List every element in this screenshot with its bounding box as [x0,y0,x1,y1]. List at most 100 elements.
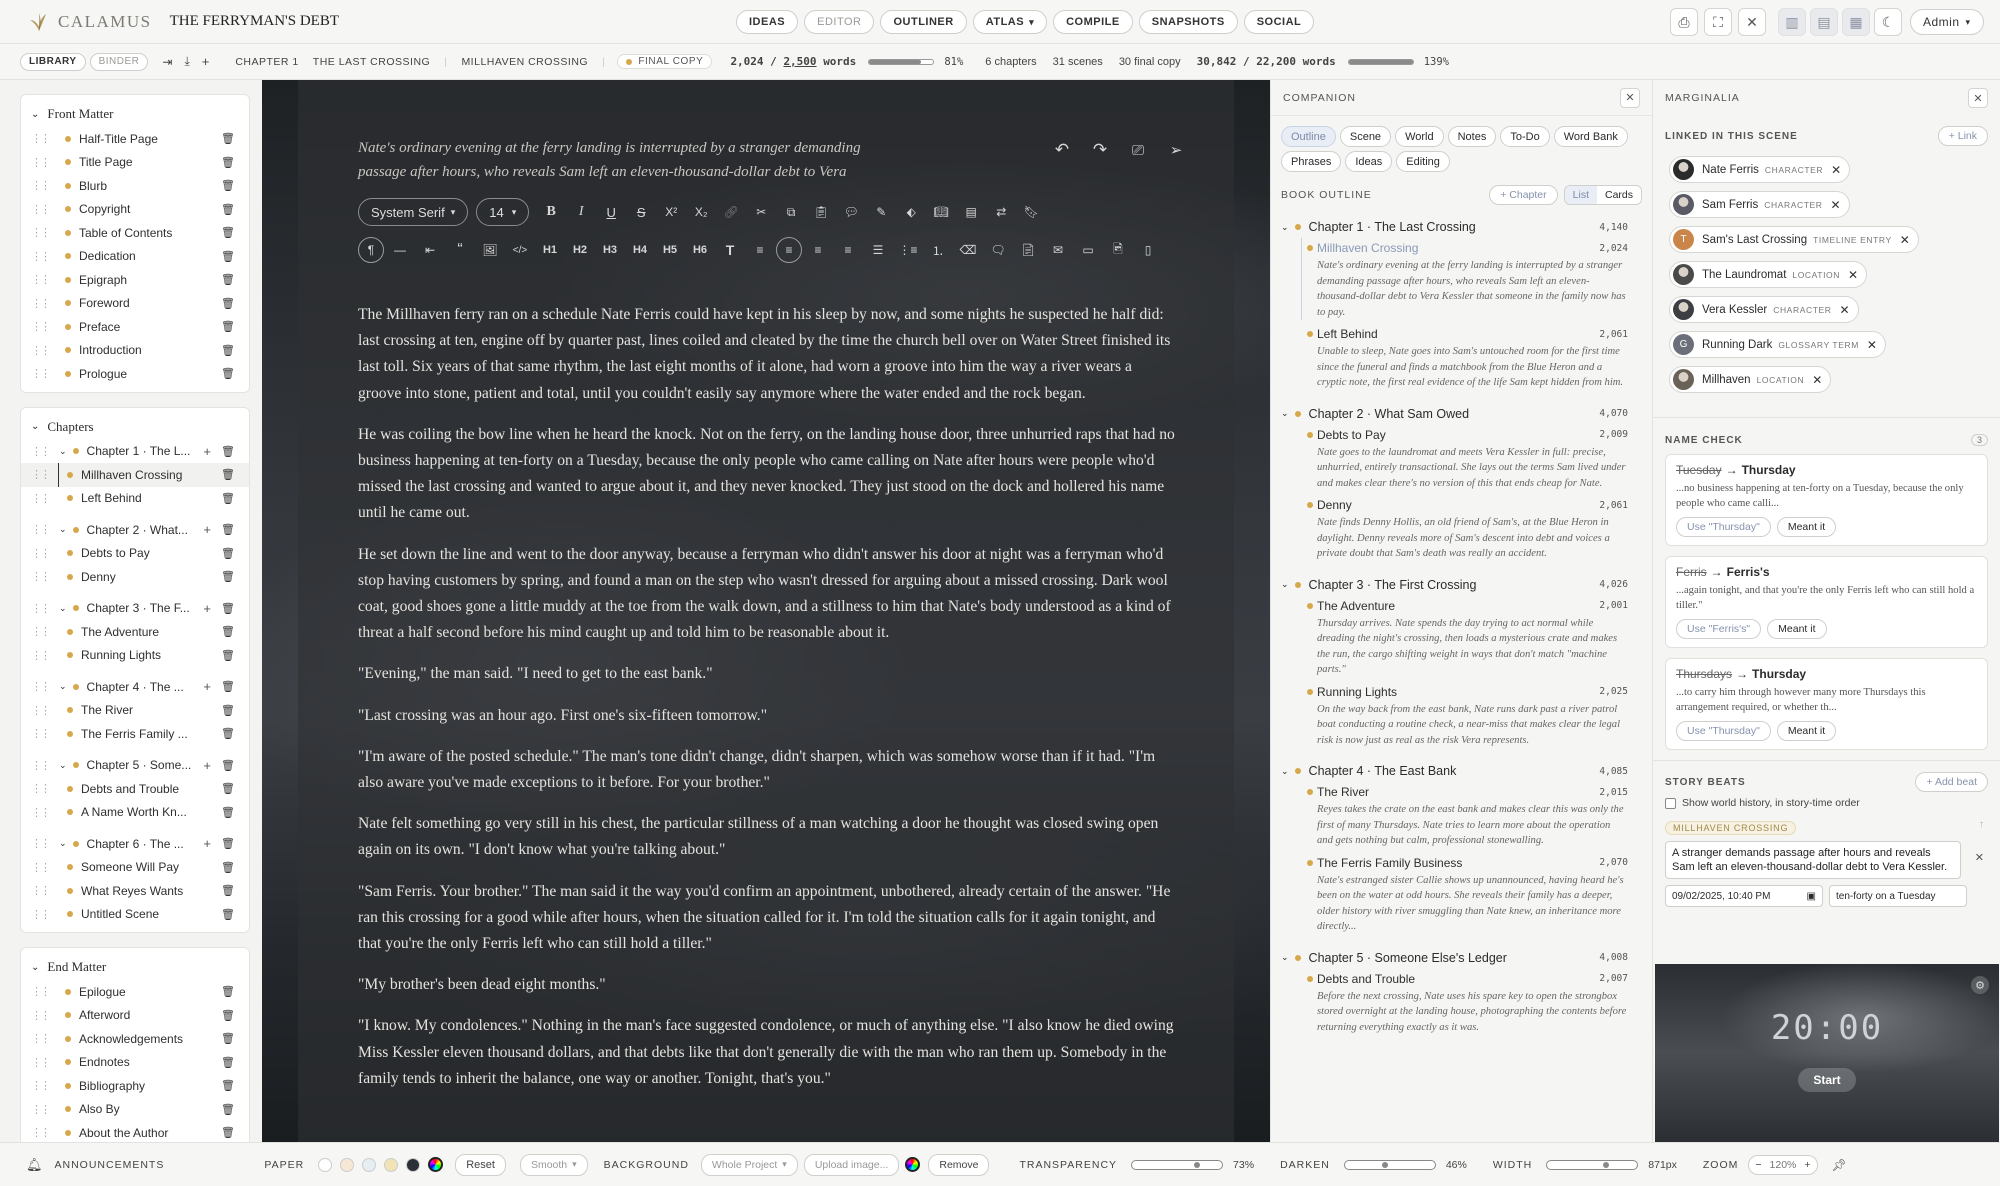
linked-entity-chip[interactable]: Vera Kessler CHARACTER ✕ [1669,296,1859,323]
outline-chapter-header[interactable]: ⌄ Chapter 5 · Someone Else's Ledger 4,008 [1271,947,1652,969]
binder-scene[interactable]: ⋮⋮ A Name Worth Kn... 🗑︎ [21,801,249,825]
unlink-icon[interactable]: ✕ [1840,303,1850,317]
paragraph-style-icon[interactable]: ¶ [358,237,384,263]
tag-icon[interactable]: ⬖ [897,198,925,226]
paper-color-swatch[interactable] [340,1157,355,1172]
binder-scene[interactable]: ⋮⋮ The Adventure 🗑︎ [21,620,249,644]
binder-item-front-matter[interactable]: ⋮⋮ Introduction 🗑︎ [21,339,249,363]
darken-slider[interactable] [1343,1159,1436,1170]
tab-ideas[interactable]: Ideas [1345,151,1393,172]
darken-slider-knob[interactable] [1382,1161,1389,1168]
binder-item-front-matter[interactable]: ⋮⋮ Blurb 🗑︎ [21,174,249,198]
use-suggestion-button[interactable]: Use "Thursday" [1676,721,1771,741]
outline-scene[interactable]: Running Lights 2,025 On the way back from … [1271,682,1652,749]
drag-handle-icon[interactable]: ⋮⋮ [31,602,51,615]
chevron-down-icon[interactable]: ⌄ [1281,579,1289,590]
dark-mode-icon[interactable]: ☾ [1874,8,1902,36]
nav-ideas[interactable]: IDEAS [736,10,799,34]
linked-entity-chip[interactable]: Sam Ferris CHARACTER ✕ [1669,191,1850,218]
trash-icon[interactable]: 🗑︎ [221,837,235,850]
trash-icon[interactable]: 🗑︎ [221,547,235,560]
outline-chapter-header[interactable]: ⌄ Chapter 3 · The First Crossing 4,026 [1271,574,1652,596]
binder-chapter[interactable]: ⋮⋮ ⌄ Chapter 1 · The L... + 🗑︎ [21,440,249,464]
trash-icon[interactable]: 🗑︎ [221,1103,235,1116]
binder-chapter[interactable]: ⋮⋮ ⌄ Chapter 6 · The ... + 🗑︎ [21,832,249,856]
document-icon[interactable]: 📄︎ [1014,236,1042,264]
trash-icon[interactable]: 🗑︎ [221,680,235,693]
binder-scene[interactable]: ⋮⋮ Untitled Scene 🗑︎ [21,903,249,927]
tab-scene[interactable]: Scene [1339,126,1392,147]
drag-handle-icon[interactable]: ⋮⋮ [31,649,51,662]
manuscript-paragraph[interactable]: "I'm aware of the posted schedule." The … [358,744,1178,796]
manuscript-paragraph[interactable]: He set down the line and went to the doo… [358,542,1178,647]
nav-snapshots[interactable]: SNAPSHOTS [1138,10,1238,34]
comment-icon[interactable]: 💬︎ [837,198,865,226]
reset-button[interactable]: Reset [455,1153,506,1176]
underline-icon[interactable]: U [597,198,625,226]
toggle-left-panel-icon[interactable]: ▥ [1778,8,1806,36]
outline-chapter-header[interactable]: ⌄ Chapter 2 · What Sam Owed 4,070 [1271,403,1652,425]
manuscript-paragraph[interactable]: "I know. My condolences." Nothing in the… [358,1013,1178,1092]
chapters-header[interactable]: ⌄ Chapters [21,414,249,440]
bold-icon[interactable]: B [537,198,565,226]
undo-icon[interactable]: ↶ [1048,136,1076,164]
trash-icon[interactable]: 🗑︎ [221,179,235,192]
horizontal-rule-icon[interactable]: — [386,236,414,264]
close-icon[interactable]: ✕ [1620,87,1640,108]
bookmark-icon[interactable]: 🔖︎ [1017,198,1045,226]
clear-format-icon[interactable]: ⌫ [954,236,982,264]
binder-scene[interactable]: ⋮⋮ Running Lights 🗑︎ [21,644,249,668]
unlink-icon[interactable]: ✕ [1848,268,1858,282]
tab-notes[interactable]: Notes [1447,126,1497,147]
transparency-slider-knob[interactable] [1193,1161,1200,1168]
binder-scene[interactable]: ⋮⋮ Millhaven Crossing 🗑︎ [21,463,249,487]
unlink-icon[interactable]: ✕ [1831,163,1841,177]
tab-editing[interactable]: Editing [1396,151,1450,172]
paper-color-swatch[interactable] [384,1157,399,1172]
drag-handle-icon[interactable]: ⋮⋮ [31,861,51,874]
align-center-icon[interactable]: ≡ [776,237,802,263]
trash-icon[interactable]: 🗑︎ [221,1009,235,1022]
custom-color-icon[interactable] [428,1157,444,1172]
upload-image-button[interactable]: Upload image... [803,1153,900,1176]
add-scene-icon[interactable]: + [203,758,211,773]
manuscript-paragraph[interactable]: "Sam Ferris. Your brother." The man said… [358,879,1178,958]
chevron-down-icon[interactable]: ⌄ [1281,952,1289,963]
code-icon[interactable]: </> [506,236,534,264]
paper-color-swatch[interactable] [318,1157,333,1172]
mail-icon[interactable]: ✉ [1044,236,1072,264]
remove-background-button[interactable]: Remove [928,1153,990,1176]
arrow-up-icon[interactable]: ↑ [1979,819,1984,830]
link-icon[interactable]: 🔗︎ [717,198,745,226]
breadcrumb-scene[interactable]: MILLHAVEN CROSSING [461,56,588,68]
width-slider[interactable] [1546,1159,1639,1170]
print-icon[interactable]: ⎙ [1670,8,1698,36]
nav-atlas[interactable]: ATLAS ▾ [972,10,1048,34]
outline-chapter-header[interactable]: ⌄ Chapter 1 · The Last Crossing 4,140 [1271,216,1652,238]
outline-scene[interactable]: The Adventure 2,001 Thursday arrives. Nate… [1271,596,1652,678]
linked-entity-chip[interactable]: The Laundromat LOCATION ✕ [1669,261,1868,288]
heading-6-icon[interactable]: H6 [686,236,714,264]
scene-target[interactable]: 2,500 [783,55,816,68]
announcements-label[interactable]: ANNOUNCEMENTS [55,1159,165,1171]
nav-social[interactable]: SOCIAL [1243,10,1315,34]
trash-icon[interactable]: 🗑︎ [221,344,235,357]
drag-handle-icon[interactable]: ⋮⋮ [31,320,51,333]
cut-icon[interactable]: ✂ [747,198,775,226]
timer-settings-icon[interactable]: ⚙ [1971,976,1989,994]
trash-icon[interactable]: 🗑︎ [221,1126,235,1139]
trash-icon[interactable]: 🗑︎ [221,203,235,216]
drag-handle-icon[interactable]: ⋮⋮ [31,250,51,263]
library-toggle[interactable]: LIBRARY [20,52,86,71]
strikethrough-icon[interactable]: S [627,198,655,226]
heading-1-icon[interactable]: H1 [536,236,564,264]
justify-icon[interactable]: ☰ [864,236,892,264]
import-icon[interactable]: ⇥ [162,55,172,69]
binder-chapter[interactable]: ⋮⋮ ⌄ Chapter 3 · The F... + 🗑︎ [21,597,249,621]
book-icon[interactable]: 📖︎ [927,198,955,226]
card-icon[interactable]: ▭ [1074,236,1102,264]
trash-icon[interactable]: 🗑︎ [221,250,235,263]
drag-handle-icon[interactable]: ⋮⋮ [31,1079,51,1092]
drag-handle-icon[interactable]: ⋮⋮ [31,156,51,169]
drag-handle-icon[interactable]: ⋮⋮ [31,837,51,850]
